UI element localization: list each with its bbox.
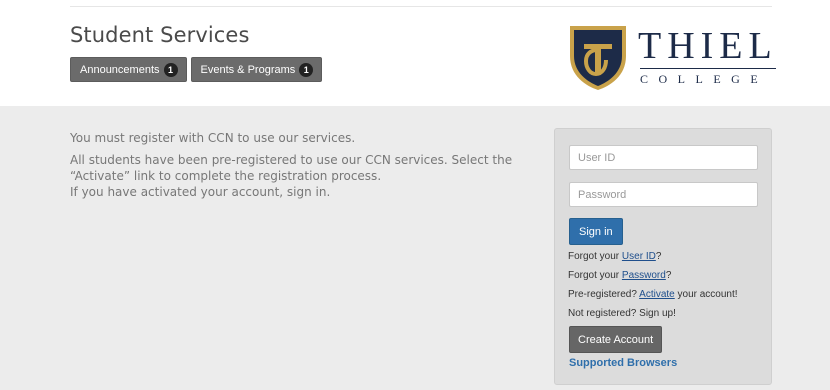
page-title: Student Services	[70, 23, 250, 47]
forgot-password-link[interactable]: Password	[622, 270, 666, 281]
forgot-userid-prefix: Forgot your	[568, 251, 622, 262]
logo-wordmark: THIEL	[638, 25, 778, 67]
supported-browsers-link[interactable]: Supported Browsers	[569, 357, 677, 369]
activate-text: Pre-registered? Activate your account!	[568, 289, 738, 300]
forgot-userid-link[interactable]: User ID	[622, 251, 656, 262]
announcements-label: Announcements	[80, 63, 160, 76]
forgot-userid-text: Forgot your User ID?	[568, 251, 661, 262]
college-logo: THIEL COLLEGE	[566, 22, 776, 92]
signin-hint: If you have activated your account, sign…	[70, 185, 331, 199]
forgot-password-suffix: ?	[665, 270, 672, 281]
forgot-password-prefix: Forgot your	[568, 270, 622, 281]
activate-link[interactable]: Activate	[639, 289, 675, 300]
create-account-button[interactable]: Create Account	[569, 326, 663, 353]
preregistered-notice: All students have been pre-registered to…	[70, 153, 513, 183]
logo-subtitle: COLLEGE	[640, 72, 769, 86]
password-input[interactable]	[569, 182, 758, 207]
activate-prefix: Pre-registered?	[568, 289, 640, 300]
events-programs-button[interactable]: Events & Programs 1	[190, 57, 323, 82]
top-divider	[70, 6, 772, 7]
shield-icon	[570, 26, 626, 90]
intro-text: You must register with CCN to use our se…	[70, 130, 540, 200]
not-registered-text: Not registered? Sign up!	[568, 308, 676, 319]
announcements-count-badge: 1	[163, 62, 178, 77]
announcements-button[interactable]: Announcements 1	[70, 57, 187, 82]
logo-divider	[640, 68, 776, 69]
events-programs-label: Events & Programs	[200, 63, 296, 76]
register-notice: You must register with CCN to use our se…	[70, 131, 356, 145]
forgot-password-text: Forgot your Password?	[568, 270, 671, 281]
events-count-badge: 1	[299, 62, 314, 77]
login-panel: Sign in Forgot your User ID? Forgot your…	[554, 128, 772, 385]
activate-suffix: your account!	[674, 289, 738, 300]
forgot-userid-suffix: ?	[655, 251, 662, 262]
header-button-group: Announcements 1 Events & Programs 1	[70, 57, 323, 82]
signin-button[interactable]: Sign in	[569, 218, 623, 245]
userid-input[interactable]	[569, 145, 758, 170]
